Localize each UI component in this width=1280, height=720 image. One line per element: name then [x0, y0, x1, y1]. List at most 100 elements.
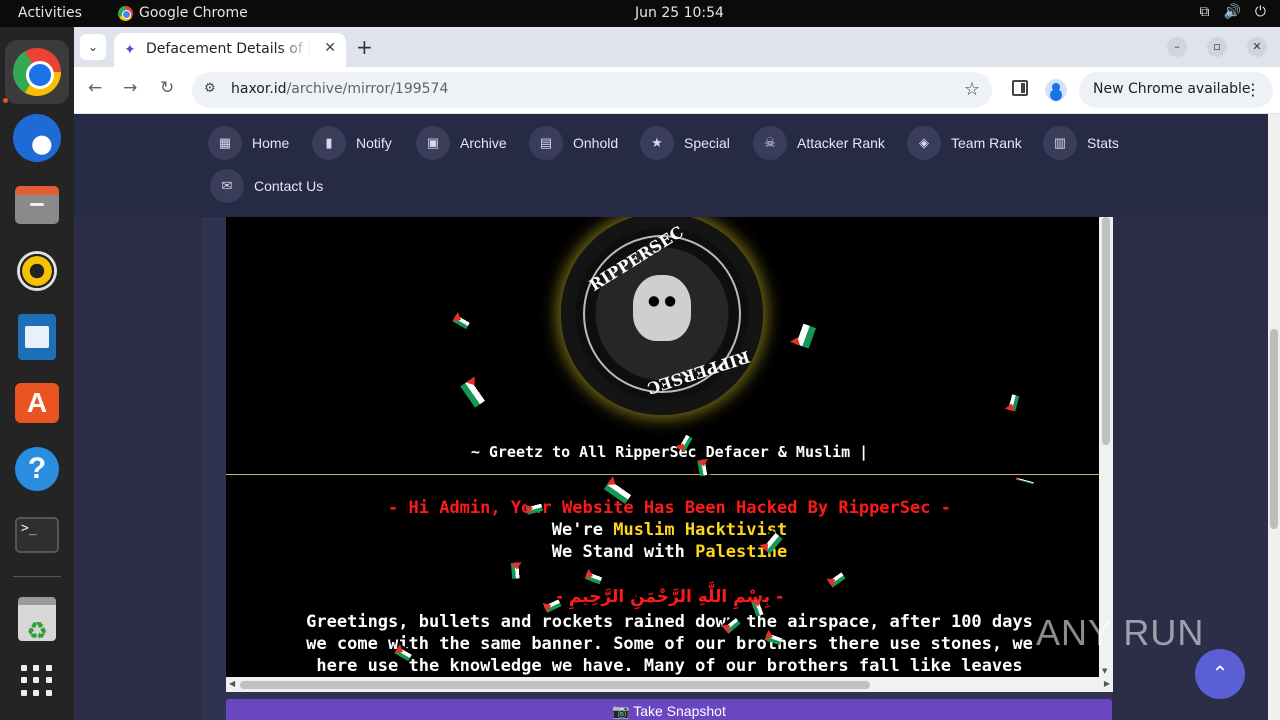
mirror-frame[interactable]: RIPPERSEC RIPPERSEC ~ Greetz to All Ripp… [226, 217, 1113, 692]
side-panel-icon[interactable] [1012, 80, 1028, 96]
scroll-thumb[interactable] [240, 681, 870, 689]
mirror-vertical-scrollbar[interactable]: ▼ [1099, 217, 1113, 677]
nav-special[interactable]: ★ Special [640, 126, 730, 160]
dock-thunderbird[interactable] [5, 106, 69, 170]
clock[interactable]: Jun 25 10:54 [635, 5, 724, 21]
close-tab-icon[interactable]: ✕ [324, 40, 336, 56]
watermark: ANY RUN [1036, 612, 1205, 653]
app-menu[interactable]: Google Chrome [118, 5, 248, 21]
rhythmbox-icon [17, 251, 57, 291]
tab-strip: ⌄ ✦ Defacement Details of b ✕ + – ▫ ✕ [74, 27, 1280, 67]
scroll-down-icon[interactable]: ▼ [1102, 667, 1107, 675]
nav-team-rank[interactable]: ◈ Team Rank [907, 126, 1022, 160]
url-text: haxor.id/archive/mirror/199574 [231, 81, 448, 97]
help-icon: ? [15, 447, 59, 491]
nav-notify-label: Notify [356, 135, 392, 151]
back-button[interactable]: ← [88, 78, 102, 98]
take-snapshot-button[interactable]: 📷 Take Snapshot [226, 699, 1112, 720]
falling-flag [460, 376, 490, 408]
dock-help[interactable]: ? [5, 437, 69, 501]
were-text: We're [551, 520, 603, 540]
minimize-button[interactable]: – [1167, 37, 1187, 57]
scroll-thumb[interactable] [1270, 329, 1278, 529]
bookmark-star-icon[interactable]: ☆ [964, 79, 980, 100]
falling-flag [1016, 477, 1034, 485]
nav-stats[interactable]: ▥ Stats [1043, 126, 1119, 160]
paragraph-line-3: here use the knowledge we have. Many of … [316, 656, 1023, 676]
url-host: haxor.id [231, 81, 287, 97]
nav-attacker-rank[interactable]: ☠ Attacker Rank [753, 126, 885, 160]
show-apps-icon [21, 665, 53, 697]
skull-icon: ☠ [753, 126, 787, 160]
paragraph-line-2: we come with the same banner. Some of ou… [306, 634, 1033, 654]
scroll-thumb[interactable] [1102, 217, 1110, 445]
system-top-bar: Activities Google Chrome Jun 25 10:54 ⧉ … [0, 0, 1280, 27]
mirror-horizontal-scrollbar[interactable]: ◀ ▶ [226, 677, 1113, 692]
double-chevron-up-icon: ⌃ [1211, 661, 1229, 685]
hacked-message: - Hi Admin, Your Website Has Been Hacked… [388, 498, 951, 518]
archive-icon: ▣ [416, 126, 450, 160]
dock-files[interactable] [5, 173, 69, 237]
divider [226, 474, 1113, 475]
scroll-right-icon[interactable]: ▶ [1104, 679, 1110, 688]
falling-flag [790, 321, 816, 349]
hacktivist-text: Muslim Hacktivist [613, 520, 788, 540]
volume-icon: 🔊 [1223, 4, 1241, 20]
dock-show-apps[interactable] [5, 649, 69, 713]
dock-rhythmbox[interactable] [5, 239, 69, 303]
scroll-to-top-button[interactable]: ⌃ [1195, 649, 1245, 699]
scroll-left-icon[interactable]: ◀ [229, 679, 235, 688]
profile-avatar[interactable] [1045, 79, 1067, 101]
nav-onhold[interactable]: ▤ Onhold [529, 126, 618, 160]
page-viewport: ▦ Home ▮ Notify ▣ Archive ▤ Onhold ★ Special … [74, 114, 1280, 720]
site-navigation: ▦ Home ▮ Notify ▣ Archive ▤ Onhold ★ Special … [74, 114, 1268, 217]
nav-attacker-rank-label: Attacker Rank [797, 135, 885, 151]
dock-app-center[interactable]: A [5, 371, 69, 435]
dock-terminal[interactable]: >_ [5, 503, 69, 567]
dock-chrome[interactable] [5, 40, 69, 104]
nav-contact-us-label: Contact Us [254, 178, 324, 194]
rippersec-logo: RIPPERSEC RIPPERSEC [561, 217, 763, 415]
address-bar[interactable]: ⚙ haxor.id/archive/mirror/199574 ☆ [192, 72, 992, 108]
nav-contact-us[interactable]: ✉ Contact Us [210, 169, 323, 203]
maximize-button[interactable]: ▫ [1207, 37, 1227, 57]
chrome-window: ⌄ ✦ Defacement Details of b ✕ + – ▫ ✕ ← … [74, 27, 1280, 720]
falling-flag [452, 312, 471, 330]
nav-notify[interactable]: ▮ Notify [312, 126, 392, 160]
tab-active[interactable]: ✦ Defacement Details of b ✕ [114, 33, 346, 67]
nav-archive-label: Archive [460, 135, 507, 151]
we-stand-text: We Stand with [551, 542, 685, 562]
new-tab-button[interactable]: + [356, 35, 373, 59]
page-scrollbar[interactable] [1268, 114, 1280, 720]
falling-flag [826, 569, 845, 587]
close-window-button[interactable]: ✕ [1247, 37, 1267, 57]
browser-toolbar: ← → ↻ ⚙ haxor.id/archive/mirror/199574 ☆… [74, 67, 1280, 113]
terminal-icon: >_ [15, 517, 59, 553]
nav-special-label: Special [684, 135, 730, 151]
falling-flag [585, 569, 604, 585]
tab-title: Defacement Details of b [146, 41, 311, 57]
document-icon: ▤ [529, 126, 563, 160]
thunderbird-icon [13, 114, 61, 162]
forward-button[interactable]: → [123, 78, 137, 98]
nav-stats-label: Stats [1087, 135, 1119, 151]
activities-button[interactable]: Activities [18, 5, 82, 21]
tab-search-button[interactable]: ⌄ [80, 34, 106, 60]
dock-trash[interactable]: ♻ [5, 587, 69, 651]
system-tray[interactable]: ⧉ 🔊 ⏻ [1199, 4, 1266, 20]
update-chrome-button[interactable]: New Chrome available ⋮ [1079, 72, 1273, 108]
dock-writer[interactable] [5, 305, 69, 369]
writer-icon [18, 314, 56, 360]
shield-star-icon: ★ [640, 126, 674, 160]
chrome-icon [13, 48, 61, 96]
nav-archive[interactable]: ▣ Archive [416, 126, 507, 160]
site-info-icon[interactable]: ⚙ [204, 81, 216, 96]
running-indicator [3, 98, 8, 103]
files-icon [15, 186, 59, 224]
nav-onhold-label: Onhold [573, 135, 619, 151]
stand-line: We Stand with Palestine [226, 542, 1113, 562]
site-favicon-icon: ✦ [124, 42, 136, 58]
more-menu-icon[interactable]: ⋮ [1245, 80, 1261, 99]
reload-button[interactable]: ↻ [160, 78, 174, 98]
nav-home[interactable]: ▦ Home [208, 126, 289, 160]
